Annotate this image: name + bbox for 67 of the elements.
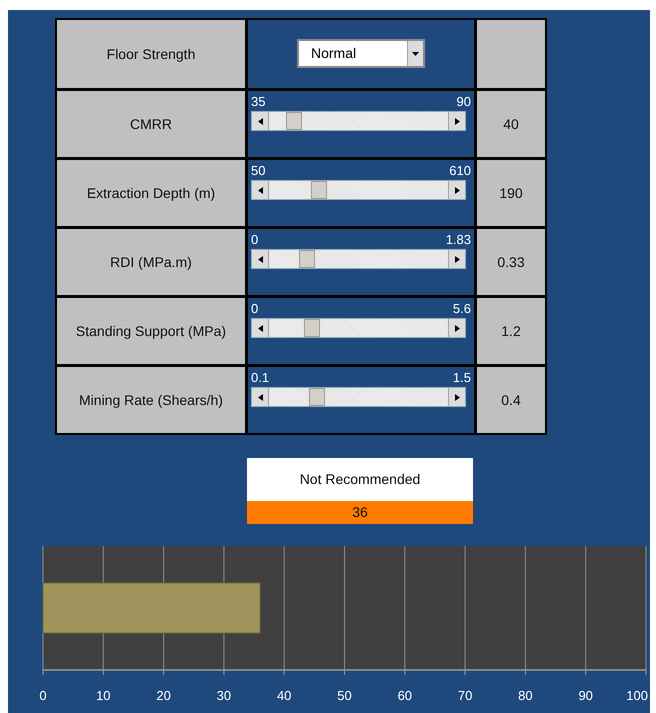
axis-label: 40	[276, 688, 292, 703]
left-triangle-icon	[258, 118, 262, 124]
slider-thumb[interactable]	[298, 250, 315, 268]
right-triangle-icon	[454, 118, 460, 124]
value-cell: 0.4	[477, 367, 545, 433]
parameter-label: Mining Rate (Shears/h)	[57, 367, 245, 433]
scrollbar[interactable]	[251, 180, 466, 200]
dropdown[interactable]: Normal	[297, 39, 425, 68]
axis-label: 90	[578, 688, 593, 703]
value-cell: 1.2	[477, 298, 545, 364]
axis-label: 0	[39, 688, 47, 703]
right-triangle-icon	[454, 186, 460, 194]
range-min: 0.1	[251, 371, 270, 384]
right-triangle-icon	[454, 256, 460, 262]
slider-thumb[interactable]	[286, 112, 302, 130]
parameter-label: Floor Strength	[57, 20, 245, 88]
left-arrow-button[interactable]	[252, 388, 269, 406]
right-arrow-button[interactable]	[448, 388, 465, 406]
scrollbar[interactable]	[251, 249, 466, 269]
score-bar: 36	[247, 501, 473, 524]
left-triangle-icon	[258, 324, 262, 332]
scrollbar[interactable]	[251, 111, 466, 131]
scrollbar[interactable]	[251, 387, 466, 407]
axis-label: 50	[337, 688, 352, 703]
result-status: Not Recommended	[247, 458, 473, 501]
right-arrow-button[interactable]	[448, 319, 465, 337]
left-arrow-button[interactable]	[252, 319, 269, 337]
range-max: 1.5	[452, 371, 471, 384]
left-arrow-button[interactable]	[252, 250, 269, 268]
axis-label: 30	[216, 688, 232, 703]
value-cell: 0.33	[477, 229, 545, 295]
range-min: 35	[251, 95, 266, 108]
right-triangle-icon	[454, 394, 460, 400]
axis-label: 10	[96, 688, 111, 703]
dropdown-caret-icon	[412, 52, 419, 56]
axis-label: 70	[458, 688, 472, 703]
left-triangle-icon	[258, 394, 262, 400]
left-triangle-icon	[258, 256, 262, 262]
range-max: 610	[449, 164, 471, 177]
left-arrow-button[interactable]	[252, 181, 269, 199]
parameter-label: Standing Support (MPa)	[57, 298, 245, 364]
value-cell	[477, 20, 545, 88]
axis-label: 60	[398, 688, 412, 703]
range-max: 1.83	[446, 233, 471, 246]
right-arrow-button[interactable]	[448, 181, 465, 199]
left-triangle-icon	[258, 186, 262, 194]
parameter-label: CMRR	[57, 91, 245, 157]
value-cell: 190	[477, 160, 545, 226]
parameter-label: RDI (MPa.m)	[57, 229, 245, 295]
range-min: 0	[251, 302, 258, 315]
range-max: 90	[456, 95, 471, 108]
range-max: 5.6	[452, 302, 471, 315]
parameter-label: Extraction Depth (m)	[57, 160, 245, 226]
slider-thumb[interactable]	[308, 388, 325, 406]
axis-label: 100	[626, 688, 648, 703]
slider-thumb[interactable]	[304, 319, 320, 337]
range-min: 0	[251, 233, 258, 246]
right-arrow-button[interactable]	[448, 250, 465, 268]
slider-thumb[interactable]	[310, 181, 326, 199]
value-cell: 40	[477, 91, 545, 157]
left-arrow-button[interactable]	[252, 112, 269, 130]
scrollbar[interactable]	[251, 318, 466, 338]
axis-label: 20	[156, 688, 171, 703]
range-min: 50	[251, 164, 266, 177]
right-arrow-button[interactable]	[448, 112, 465, 130]
axis-label: 80	[518, 688, 533, 703]
right-triangle-icon	[454, 324, 460, 332]
